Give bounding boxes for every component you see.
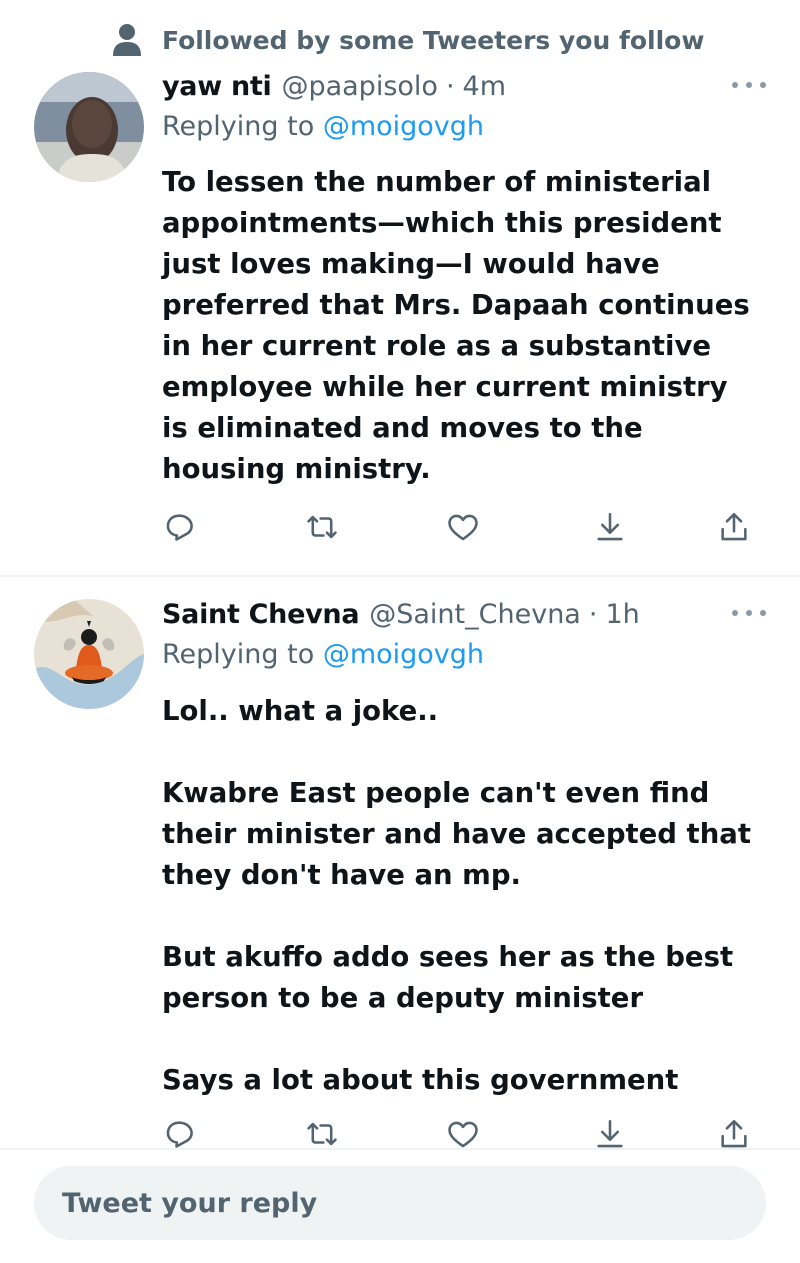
replying-to-prefix: Replying to — [162, 639, 323, 670]
more-options-icon[interactable] — [732, 607, 766, 619]
retweet-icon[interactable] — [302, 507, 342, 547]
tweet-paragraph: To lessen the number of ministerial appo… — [162, 166, 750, 485]
replying-to: Replying to @moigovgh — [162, 639, 484, 670]
separator-dot: · — [445, 70, 455, 102]
reply-composer[interactable] — [34, 1166, 766, 1240]
tweet-paragraph: Lol.. what a joke.. — [162, 695, 439, 727]
timestamp[interactable]: 1h — [605, 599, 639, 630]
avatar-photo — [34, 599, 144, 709]
replying-to: Replying to @moigovgh — [162, 111, 484, 142]
user-name[interactable]: yaw nti — [162, 71, 272, 102]
user-handle[interactable]: @paapisolo — [281, 71, 437, 102]
like-icon[interactable] — [443, 507, 483, 547]
tweet-header: yaw nti @paapisolo · 4m — [162, 66, 506, 106]
tweet-actions — [0, 507, 800, 547]
tweet-header: Saint Chevna @Saint_Chevna · 1h — [162, 594, 640, 634]
tweet-paragraph: Kwabre East people can't even find their… — [162, 777, 751, 891]
tweet[interactable]: yaw nti @paapisolo · 4m Replying to @moi… — [0, 0, 800, 575]
separator-dot: · — [588, 598, 598, 630]
reply-icon[interactable] — [160, 507, 200, 547]
tweet-actions — [0, 1114, 800, 1149]
user-name[interactable]: Saint Chevna — [162, 599, 360, 630]
tweet[interactable]: Saint Chevna @Saint_Chevna · 1h Replying… — [0, 577, 800, 1149]
avatar[interactable] — [34, 72, 144, 182]
mention-link[interactable]: @moigovgh — [323, 639, 484, 670]
tweet-text: Lol.. what a joke.. Kwabre East people c… — [162, 691, 762, 1101]
reply-bar-divider — [0, 1148, 800, 1150]
tweet-text: To lessen the number of ministerial appo… — [162, 162, 762, 490]
mention-link[interactable]: @moigovgh — [323, 111, 484, 142]
timestamp[interactable]: 4m — [463, 71, 506, 102]
replying-to-prefix: Replying to — [162, 111, 323, 142]
like-icon[interactable] — [443, 1114, 483, 1149]
tweet-paragraph: But akuffo addo sees her as the best per… — [162, 941, 734, 1014]
share-icon[interactable] — [714, 1114, 754, 1149]
tweet-paragraph: Says a lot about this government — [162, 1064, 679, 1096]
avatar[interactable] — [34, 599, 144, 709]
reply-input[interactable] — [60, 1186, 744, 1220]
download-icon[interactable] — [590, 507, 630, 547]
more-options-icon[interactable] — [732, 79, 766, 91]
retweet-icon[interactable] — [302, 1114, 342, 1149]
reply-icon[interactable] — [160, 1114, 200, 1149]
share-icon[interactable] — [714, 507, 754, 547]
download-icon[interactable] — [590, 1114, 630, 1149]
avatar-photo — [34, 72, 144, 182]
user-handle[interactable]: @Saint_Chevna — [369, 599, 581, 630]
